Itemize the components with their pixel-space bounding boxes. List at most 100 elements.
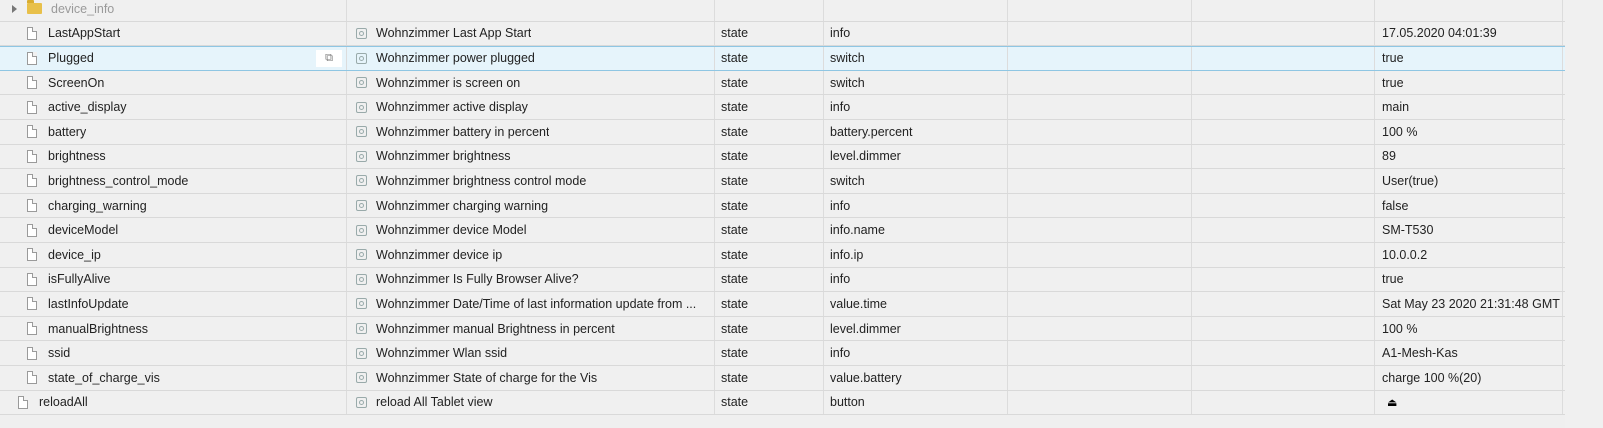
table-row[interactable]: device_ip Wohnzimmer device ip state inf… xyxy=(0,242,1603,268)
value-cell[interactable]: 17.05.2020 04:01:39 xyxy=(1376,21,1563,46)
file-icon xyxy=(27,149,37,163)
table-row[interactable]: deviceModel Wohnzimmer device Model stat… xyxy=(0,218,1603,243)
type-cell: state xyxy=(716,21,824,46)
object-name: Wohnzimmer Last App Start xyxy=(376,26,532,41)
object-type: state xyxy=(721,100,749,115)
state-icon xyxy=(356,347,367,359)
value-cell[interactable]: 100 % xyxy=(1376,316,1563,341)
table-row[interactable]: lastInfoUpdate Wohnzimmer Date/Time of l… xyxy=(0,292,1603,317)
file-icon xyxy=(27,272,37,286)
table-row[interactable]: charging_warning Wohnzimmer charging war… xyxy=(0,193,1603,219)
object-id: manualBrightness xyxy=(48,321,149,336)
role-cell: switch xyxy=(825,70,1008,95)
name-cell: Wohnzimmer manual Brightness in percent xyxy=(348,316,715,341)
role-cell: switch xyxy=(825,169,1008,193)
value-cell[interactable]: true xyxy=(1376,267,1563,292)
object-type: state xyxy=(721,296,749,311)
value-cell[interactable]: ⏏ xyxy=(1376,390,1563,415)
table-row[interactable]: isFullyAlive Wohnzimmer Is Fully Browser… xyxy=(0,267,1603,293)
table-row[interactable]: active_display Wohnzimmer active display… xyxy=(0,95,1603,120)
value-cell[interactable]: A1-Mesh-Kas xyxy=(1376,341,1563,365)
table-row[interactable]: brightness_control_mode Wohnzimmer brigh… xyxy=(0,169,1603,194)
function-cell xyxy=(1193,341,1375,365)
table-row[interactable]: battery Wohnzimmer battery in percent st… xyxy=(0,119,1603,145)
id-cell: reloadAll xyxy=(0,390,347,415)
value-cell[interactable]: SM-T530 xyxy=(1376,218,1563,242)
room-cell xyxy=(1009,242,1192,267)
table-row[interactable]: reloadAll reload All Tablet view state b… xyxy=(0,390,1603,416)
object-name: Wohnzimmer active display xyxy=(376,100,528,115)
state-icon xyxy=(356,200,367,212)
value-cell[interactable]: 100 % xyxy=(1376,119,1563,144)
function-cell xyxy=(1193,365,1375,390)
state-icon xyxy=(356,273,367,285)
object-role: info xyxy=(830,346,851,361)
room-cell xyxy=(1009,144,1192,169)
value-cell[interactable]: main xyxy=(1376,95,1563,119)
state-icon xyxy=(356,224,367,236)
object-name: Wohnzimmer Wlan ssid xyxy=(376,346,508,361)
id-cell: lastInfoUpdate xyxy=(0,292,347,316)
object-id: ssid xyxy=(48,346,71,361)
name-cell: Wohnzimmer device Model xyxy=(348,218,715,242)
function-cell xyxy=(1193,169,1375,193)
object-role: value.time xyxy=(830,296,887,311)
value-cell[interactable]: true xyxy=(1376,47,1563,70)
object-value: true xyxy=(1382,272,1404,287)
folder-row-device-info[interactable]: device_info xyxy=(0,0,1603,22)
type-cell: state xyxy=(716,70,824,95)
object-id: state_of_charge_vis xyxy=(48,370,160,385)
type-cell: state xyxy=(716,316,824,341)
folder-label: device_info xyxy=(51,1,115,16)
object-role: switch xyxy=(830,75,865,90)
table-row[interactable]: ssid Wohnzimmer Wlan ssid state info A1-… xyxy=(0,341,1603,366)
id-cell: brightness xyxy=(0,144,347,169)
state-icon xyxy=(356,323,367,335)
value-cell[interactable]: 89 xyxy=(1376,144,1563,169)
value-cell[interactable]: User(true) xyxy=(1376,169,1563,193)
value-cell[interactable]: false xyxy=(1376,193,1563,218)
table-row[interactable]: manualBrightness Wohnzimmer manual Brigh… xyxy=(0,316,1603,342)
value-cell[interactable]: 10.0.0.2 xyxy=(1376,242,1563,267)
object-role: info xyxy=(830,100,851,115)
role-cell: info xyxy=(825,193,1008,218)
expand-arrow-icon[interactable] xyxy=(12,4,17,13)
object-id: brightness xyxy=(48,149,106,164)
object-value: true xyxy=(1382,75,1404,90)
table-row[interactable]: Plugged ⧉ Wohnzimmer power plugged state… xyxy=(0,46,1603,71)
object-name: Wohnzimmer is screen on xyxy=(376,75,521,90)
room-cell xyxy=(1009,292,1192,316)
value-cell[interactable]: charge 100 %(20) xyxy=(1376,365,1563,390)
object-role: info.name xyxy=(830,223,885,238)
object-role: value.battery xyxy=(830,370,902,385)
copy-icon: ⧉ xyxy=(325,52,333,65)
room-cell xyxy=(1009,218,1192,242)
id-cell: ScreenOn xyxy=(0,70,347,95)
eject-icon[interactable]: ⏏ xyxy=(1387,396,1397,409)
type-cell: state xyxy=(716,169,824,193)
state-icon xyxy=(356,126,367,138)
copy-button[interactable]: ⧉ xyxy=(316,50,342,68)
table-row[interactable]: ScreenOn Wohnzimmer is screen on state s… xyxy=(0,70,1603,96)
state-icon xyxy=(356,27,367,39)
object-value: A1-Mesh-Kas xyxy=(1382,346,1458,361)
value-cell[interactable]: Sat May 23 2020 21:31:48 GMT xyxy=(1376,292,1563,316)
scrollbar-area[interactable] xyxy=(1565,0,1603,428)
role-cell: info.name xyxy=(825,218,1008,242)
object-value: charge 100 %(20) xyxy=(1382,370,1482,385)
object-role: info xyxy=(830,198,851,213)
table-row[interactable]: state_of_charge_vis Wohnzimmer State of … xyxy=(0,365,1603,391)
name-cell: Wohnzimmer charging warning xyxy=(348,193,715,218)
object-role: level.dimmer xyxy=(830,321,901,336)
id-cell: state_of_charge_vis xyxy=(0,365,347,390)
object-id: charging_warning xyxy=(48,198,147,213)
object-type: state xyxy=(721,272,749,287)
table-row[interactable]: LastAppStart Wohnzimmer Last App Start s… xyxy=(0,21,1603,47)
value-cell[interactable]: true xyxy=(1376,70,1563,95)
object-type: state xyxy=(721,173,749,188)
file-icon xyxy=(27,174,37,188)
table-row[interactable]: brightness Wohnzimmer brightness state l… xyxy=(0,144,1603,170)
object-id: isFullyAlive xyxy=(48,272,111,287)
id-cell: Plugged ⧉ xyxy=(0,47,347,70)
type-cell: state xyxy=(716,267,824,292)
